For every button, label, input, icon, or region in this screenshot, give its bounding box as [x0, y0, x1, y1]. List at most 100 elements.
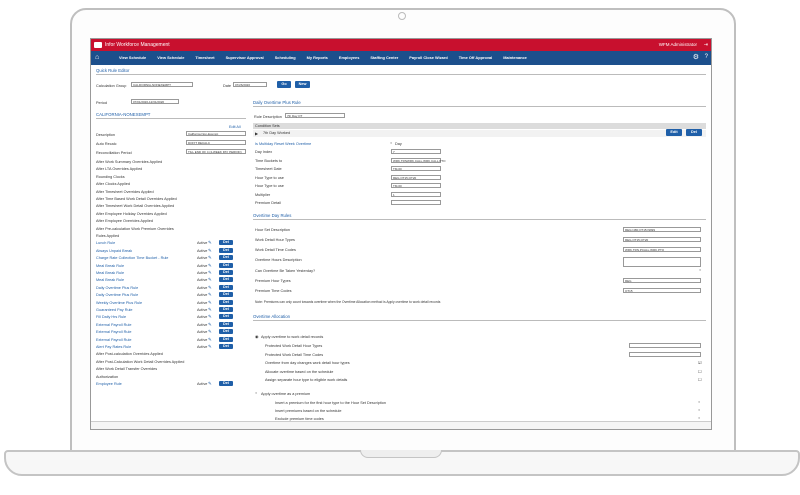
radio-selected-icon[interactable]: ◉ [255, 334, 258, 339]
nav-item[interactable]: My Reports [307, 55, 328, 60]
edit-icon[interactable]: ✎ [208, 322, 212, 328]
field-input[interactable]: REG=480,OT15=9999 [623, 227, 701, 232]
rule-link[interactable]: Meal Break Rule [96, 271, 124, 275]
edit-icon[interactable]: ✎ [208, 307, 212, 313]
rule-link[interactable]: Weekly Overtime Plus Rule [96, 301, 142, 305]
del-button[interactable]: Del [219, 381, 233, 386]
del-button[interactable]: Del [219, 284, 233, 290]
field-input[interactable]: TM-60 [391, 166, 441, 171]
edit-icon[interactable]: ✎ [208, 344, 212, 350]
del-button[interactable]: Del [219, 255, 233, 261]
rule-link[interactable]: Always Unpaid Break [96, 249, 132, 253]
nav-item[interactable]: View Schedule [119, 55, 146, 60]
description-input[interactable]: California Non-Exempt [186, 131, 246, 136]
del-button[interactable]: Del [219, 240, 233, 246]
rule-desc-input[interactable]: 7th Day OT [285, 113, 345, 118]
reconcile-select[interactable]: TILL END OF 4 (4-WEEK PAY PERIOD) [186, 149, 246, 154]
rule-link[interactable]: External Payroll Rule [96, 323, 131, 327]
field-input[interactable]: WRK,TRN,PCALL,WRK,PTO [623, 247, 701, 252]
alloc-select[interactable] [629, 351, 701, 357]
gear-icon[interactable]: ⚙ [693, 53, 699, 61]
checkbox-icon[interactable]: ○ [698, 416, 700, 420]
del-button[interactable]: Del [219, 344, 233, 349]
del-button[interactable]: Del [219, 321, 233, 327]
auto-recalc-select[interactable]: DON'T RECALC [186, 140, 246, 145]
rule-link[interactable]: External Payroll Rule [96, 338, 131, 342]
edit-icon[interactable]: ✎ [208, 337, 212, 343]
edit-icon[interactable]: ✎ [208, 285, 212, 291]
rule-link[interactable]: Employee Rule [96, 382, 122, 386]
home-icon[interactable]: ⌂ [95, 54, 99, 61]
checkbox-icon[interactable]: ○ [698, 400, 700, 404]
edit-button[interactable]: Edit [666, 129, 682, 136]
del-button[interactable]: Del [219, 262, 233, 268]
go-button[interactable]: Go [277, 81, 291, 88]
del-button[interactable]: Del [219, 270, 233, 275]
condition-set-row[interactable] [253, 130, 706, 137]
checkbox-icon[interactable]: ☑ [698, 360, 701, 365]
del-button[interactable]: Del [219, 336, 233, 342]
field-input[interactable]: REG,OT15,OT20 [623, 237, 701, 242]
period-select[interactable]: 07/01/2020-12/31/2020 [131, 99, 179, 104]
nav-item[interactable]: Staffing Center [370, 55, 398, 60]
edit-icon[interactable]: ✎ [208, 292, 212, 298]
edit-icon[interactable]: ✎ [208, 270, 212, 276]
field-input[interactable]: REG [623, 278, 701, 283]
edit-icon[interactable]: ✎ [208, 277, 212, 283]
edit-icon[interactable]: ✎ [208, 314, 212, 320]
logout-icon[interactable]: ⇥ [704, 42, 708, 48]
new-button[interactable]: New [295, 81, 310, 88]
rule-link[interactable]: Lunch Rule [96, 241, 115, 245]
nav-item[interactable]: Supervisor Approval [226, 55, 264, 60]
edit-icon[interactable]: ✎ [208, 329, 212, 335]
field-input[interactable]: REG,OT15,OT20 [391, 174, 441, 180]
field-input[interactable]: 7 [391, 149, 441, 154]
checkbox-icon[interactable]: ○ [699, 268, 701, 272]
radio-icon[interactable]: ○ [390, 141, 392, 145]
checkbox-icon[interactable]: ☐ [698, 377, 701, 382]
field-input[interactable]: 1 [391, 191, 441, 197]
user-name[interactable]: WFM Administrator [659, 42, 697, 47]
del-button[interactable]: Del [219, 292, 233, 298]
nav-item[interactable]: Employees [339, 55, 360, 60]
rule-link[interactable]: Meal Break Rule [96, 278, 124, 282]
field-input[interactable]: OT15 [623, 288, 701, 293]
del-button[interactable]: Del [219, 314, 233, 320]
rule-link[interactable]: Daily Overtime Plus Rule [96, 293, 138, 297]
checkbox-icon[interactable]: ○ [698, 408, 700, 412]
rule-link[interactable]: Daily Overtime Plus Rule [96, 286, 138, 290]
rule-link[interactable]: Guaranteed Pay Rule [96, 308, 133, 312]
field-input[interactable]: WRK,TRNWRK,CALL,WRK,CALL,PTO [391, 157, 445, 163]
nav-item[interactable]: Time Off Approval [459, 55, 493, 60]
nav-item[interactable]: Scheduling [275, 55, 296, 60]
checkbox-icon[interactable]: ☐ [698, 369, 701, 374]
del-button[interactable]: Del [686, 129, 702, 136]
help-icon[interactable]: ? [705, 54, 708, 60]
edit-icon[interactable]: ✎ [208, 381, 212, 387]
del-button[interactable]: Del [219, 299, 233, 305]
date-input[interactable]: 07/26/2020 [233, 82, 267, 87]
rule-link[interactable]: Fill Daily Hrs Rule [96, 315, 126, 319]
nav-item[interactable]: Payroll Close Wizard [409, 55, 447, 60]
radio-icon[interactable]: ○ [255, 391, 257, 395]
nav-item[interactable]: View Schedule [157, 55, 184, 60]
rule-link[interactable]: Alert Pay Rates Rule [96, 345, 131, 349]
edit-all-link[interactable]: Edit All [229, 125, 241, 129]
calc-link[interactable]: Is Multiday Reset Week Overtime [255, 142, 311, 146]
edit-icon[interactable]: ✎ [208, 240, 212, 246]
del-button[interactable]: Del [219, 307, 233, 312]
alloc-select[interactable] [629, 343, 701, 348]
field-input[interactable]: TM-60 [391, 183, 441, 188]
field-input[interactable] [391, 200, 441, 205]
del-button[interactable]: Del [219, 247, 233, 253]
nav-item[interactable]: Maintenance [503, 55, 527, 60]
edit-icon[interactable]: ✎ [208, 248, 212, 254]
group-select[interactable]: CALIFORNIA-NONEXEMPT [131, 82, 193, 87]
edit-icon[interactable]: ✎ [208, 255, 212, 261]
rule-link[interactable]: Meal Break Rule [96, 264, 124, 268]
edit-icon[interactable]: ✎ [208, 263, 212, 269]
rule-link[interactable]: Charge Rate Collection Time Bucket - Rul… [96, 256, 168, 260]
del-button[interactable]: Del [219, 329, 233, 335]
nav-item[interactable]: Timesheet [195, 55, 214, 60]
field-input[interactable] [623, 257, 701, 267]
